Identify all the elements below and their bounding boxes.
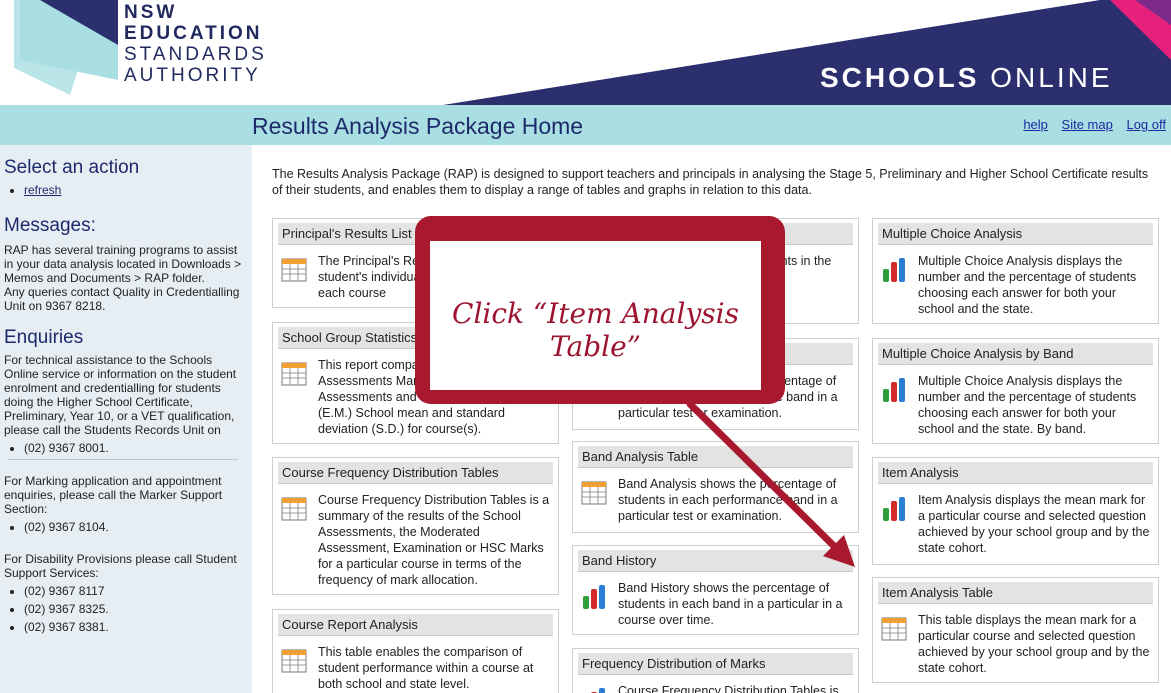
card-body: Band Analysis shows the percentage of st… [573, 468, 858, 532]
card-body: This table enables the comparison of stu… [273, 636, 558, 693]
card-multiple-choice-analysis-by-band[interactable]: Multiple Choice Analysis by Band Multipl… [872, 338, 1159, 444]
card-body: Course Frequency Distribution Tables is … [273, 484, 558, 594]
card-description: Multiple Choice Analysis displays the nu… [918, 374, 1137, 436]
card-description: Item Analysis displays the mean mark for… [918, 493, 1150, 555]
phone-item: (02) 9367 8117 [24, 584, 248, 598]
card-body: Course Frequency Distribution Tables is [573, 675, 858, 693]
callout-text: Click “Item Analysis Table” [452, 297, 739, 363]
bar-chart-icon [583, 585, 605, 609]
top-links: help Site map Log off [1013, 117, 1166, 132]
bar-chart-icon [591, 688, 605, 693]
bar-chart-icon [883, 378, 905, 402]
card-title[interactable]: Band History [578, 550, 853, 572]
card-title[interactable]: Course Report Analysis [278, 614, 553, 636]
card-description: Band Analysis shows the percentage of st… [618, 477, 838, 523]
card-frequency-distribution-of-marks[interactable]: Frequency Distribution of Marks Course F… [572, 648, 859, 693]
messages-heading: Messages: [4, 215, 96, 236]
page-title: Results Analysis Package Home [252, 113, 584, 139]
card-body: Multiple Choice Analysis displays the nu… [873, 365, 1158, 443]
action-item-refresh: refresh [24, 183, 248, 197]
nesa-logo-text: NSW EDUCATION STANDARDS AUTHORITY [124, 2, 267, 86]
messages-text-2: Any queries contact Quality in Credentia… [4, 285, 240, 313]
card-description: Course Frequency Distribution Tables is [618, 684, 839, 693]
card-title[interactable]: Multiple Choice Analysis by Band [878, 343, 1153, 365]
sidebar: Select an action refresh Messages: RAP h… [0, 145, 252, 693]
phone-item: (02) 9367 8001. [24, 441, 248, 455]
refresh-link[interactable]: refresh [24, 183, 61, 197]
bar-chart-icon [883, 497, 905, 521]
card-multiple-choice-analysis[interactable]: Multiple Choice Analysis Multiple Choice… [872, 218, 1159, 324]
card-title[interactable]: Item Analysis Table [878, 582, 1153, 604]
action-list: refresh [24, 183, 248, 197]
card-body: Band History shows the percentage of stu… [573, 572, 858, 634]
messages-text: RAP has several training programs to ass… [4, 243, 242, 285]
table-icon [281, 649, 307, 673]
card-title[interactable]: Band Analysis Table [578, 446, 853, 468]
phone-item: (02) 9367 8325. [24, 602, 248, 616]
card-description: Course Frequency Distribution Tables is … [318, 493, 550, 587]
schools-online-bold: SCHOOLS [820, 62, 980, 93]
bar-chart-icon [883, 258, 905, 282]
table-icon [281, 258, 307, 282]
phone-item: (02) 9367 8104. [24, 520, 248, 534]
card-description: Band History shows the percentage of stu… [618, 581, 843, 627]
enquiry-marking-text: For Marking application and appointment … [4, 474, 223, 516]
enquiry-technical-phones: (02) 9367 8001. [24, 441, 248, 455]
nesa-logo [14, 0, 118, 95]
table-icon [581, 481, 607, 505]
card-title[interactable]: Course Frequency Distribution Tables [278, 462, 553, 484]
callout-panel: Click “Item Analysis Table” [430, 241, 761, 390]
table-icon [881, 617, 907, 641]
enquiry-disability-phones: (02) 9367 8117 (02) 9367 8325. (02) 9367… [24, 584, 248, 634]
enquiry-disability-text: For Disability Provisions please call St… [4, 552, 237, 580]
instruction-callout: Click “Item Analysis Table” [415, 216, 785, 404]
enquiry-marking-phones: (02) 9367 8104. [24, 520, 248, 534]
help-link[interactable]: help [1023, 117, 1048, 132]
select-action-heading: Select an action [4, 157, 140, 178]
card-description: This table displays the mean mark for a … [918, 613, 1150, 675]
card-body: Item Analysis displays the mean mark for… [873, 484, 1158, 564]
card-course-report-analysis[interactable]: Course Report Analysis This table enable… [272, 609, 559, 693]
logo-line-2: EDUCATION [124, 23, 263, 44]
title-bar: Results Analysis Package Home help Site … [0, 105, 1171, 145]
table-icon [281, 362, 307, 386]
logo-line-4: AUTHORITY [124, 65, 261, 86]
card-title[interactable]: Item Analysis [878, 462, 1153, 484]
intro-text: The Results Analysis Package (RAP) is de… [272, 167, 1149, 197]
card-title[interactable]: Multiple Choice Analysis [878, 223, 1153, 245]
card-item-analysis-table[interactable]: Item Analysis Table This table displays … [872, 577, 1159, 683]
table-icon [281, 497, 307, 521]
card-description: This table enables the comparison of stu… [318, 645, 534, 691]
site-map-link[interactable]: Site map [1062, 117, 1113, 132]
card-description: Multiple Choice Analysis displays the nu… [918, 254, 1137, 316]
phone-item: (02) 9367 8381. [24, 620, 248, 634]
logo-line-1: NSW [124, 2, 178, 23]
enquiry-technical-text: For technical assistance to the Schools … [4, 353, 237, 437]
site-header: NSW EDUCATION STANDARDS AUTHORITY SCHOOL… [0, 0, 1171, 105]
card-body: Multiple Choice Analysis displays the nu… [873, 245, 1158, 323]
card-title[interactable]: Frequency Distribution of Marks [578, 653, 853, 675]
enquiries-heading: Enquiries [4, 327, 84, 348]
log-off-link[interactable]: Log off [1126, 117, 1166, 132]
schools-online-light: ONLINE [979, 62, 1113, 93]
card-band-history[interactable]: Band History Band History shows the perc… [572, 545, 859, 635]
divider [8, 459, 238, 460]
logo-line-3: STANDARDS [124, 44, 267, 65]
schools-online-title: SCHOOLS ONLINE [820, 62, 1113, 94]
card-item-analysis[interactable]: Item Analysis Item Analysis displays the… [872, 457, 1159, 565]
card-body: This table displays the mean mark for a … [873, 604, 1158, 682]
card-course-frequency-distribution-tables[interactable]: Course Frequency Distribution Tables Cou… [272, 457, 559, 595]
card-band-analysis-table[interactable]: Band Analysis Table Band Analysis shows … [572, 441, 859, 533]
